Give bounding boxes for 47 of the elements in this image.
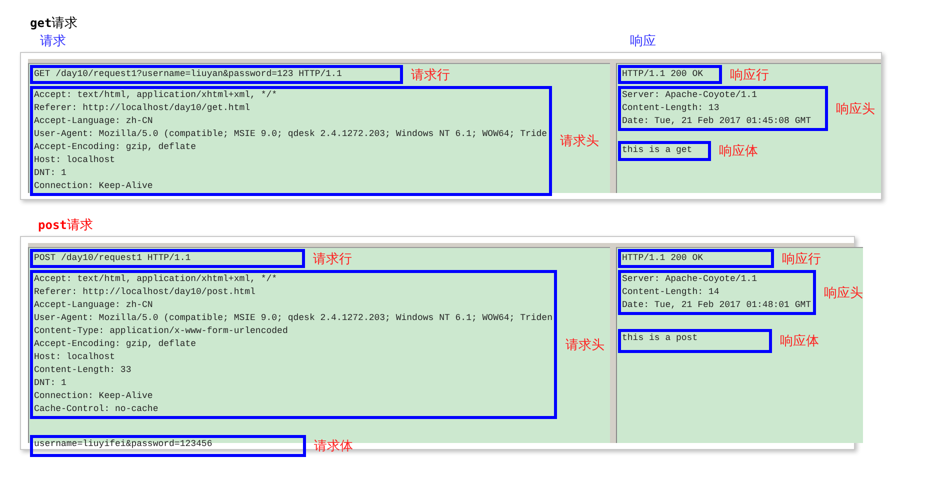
annotation-label: 响应头 (824, 284, 864, 302)
http-line: Accept-Language: zh-CN (34, 115, 154, 128)
annotation-label: 请求体 (314, 438, 353, 455)
http-line: HTTP/1.1 200 OK (622, 252, 704, 265)
pane-caption: 请求 (40, 32, 66, 50)
http-line: Connection: Keep-Alive (34, 390, 154, 403)
http-line: Accept-Encoding: gzip, deflate (34, 141, 198, 154)
annotation-label: 响应头 (836, 100, 875, 118)
http-line: Referer: http://localhost/day10/get.html (34, 102, 252, 115)
http-line: Date: Tue, 21 Feb 2017 01:45:08 GMT (622, 115, 812, 128)
pane-caption: 响应 (630, 32, 656, 50)
http-line: Server: Apache-Coyote/1.1 (622, 273, 758, 286)
http-line: Date: Tue, 21 Feb 2017 01:48:01 GMT (622, 299, 812, 312)
http-line: Server: Apache-Coyote/1.1 (622, 89, 758, 102)
annotation-label: 响应行 (730, 66, 769, 84)
http-line: this is a get (622, 144, 694, 157)
http-line: Content-Length: 14 (622, 286, 720, 299)
annotation-label: 请求头 (560, 133, 600, 150)
http-line: Referer: http://localhost/day10/post.html (34, 286, 256, 299)
annotation-label: 请求行 (313, 250, 352, 268)
http-line: HTTP/1.1 200 OK (622, 68, 704, 81)
http-line: Content-Length: 33 (34, 364, 132, 377)
http-line: Accept: text/html, application/xhtml+xml, */* (34, 89, 278, 102)
http-line: User-Agent: Mozilla/5.0 (compatible; MSIE 9.0; qdesk 2.4.1272.203; Windows NT 6.1; WOW64; Tride (34, 128, 548, 141)
annotation-label: 响应体 (719, 143, 758, 160)
http-line: DNT: 1 (34, 167, 68, 180)
section-title: get请求 (30, 15, 78, 31)
http-line: Accept: text/html, application/xhtml+xml, */* (34, 273, 278, 286)
annotation-label: 响应行 (782, 250, 821, 268)
http-line: Connection: Keep-Alive (34, 180, 154, 193)
http-line: DNT: 1 (34, 377, 68, 390)
annotation-label: 请求行 (411, 66, 450, 84)
annotation-label: 响应体 (780, 333, 819, 350)
http-line: Content-Length: 13 (622, 102, 720, 115)
http-line: this is a post (622, 332, 699, 345)
http-line: Host: localhost (34, 351, 116, 364)
http-line: Host: localhost (34, 154, 116, 167)
annotation-label: 请求头 (565, 336, 604, 354)
http-line: Cache-Control: no-cache (34, 403, 160, 416)
http-line: User-Agent: Mozilla/5.0 (compatible; MSIE 9.0; qdesk 2.4.1272.203; Windows NT 6.1; WOW64; Triden (34, 312, 552, 325)
http-line: POST /day10/request1 HTTP/1.1 (34, 252, 192, 265)
http-line: Accept-Language: zh-CN (34, 299, 154, 312)
http-line: Accept-Encoding: gzip, deflate (34, 338, 198, 351)
http-line: GET /day10/request1?username=liuyan&password=123 HTTP/1.1 (34, 68, 343, 81)
http-line: Content-Type: application/x-www-form-urlencoded (34, 325, 289, 338)
section-title: post请求 (38, 217, 93, 233)
http-line: username=liuyifei&password=123456 (34, 438, 214, 451)
